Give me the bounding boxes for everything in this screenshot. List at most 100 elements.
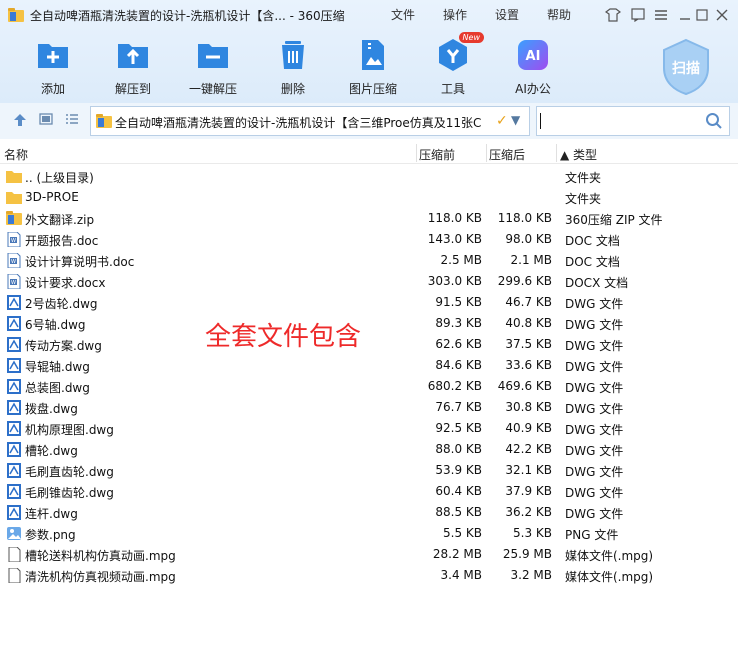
- file-row[interactable]: 机构原理图.dwg 92.5 KB 40.9 KB DWG 文件: [0, 418, 738, 439]
- dwg-file-icon: [6, 421, 22, 436]
- word-doc-icon: W: [6, 273, 22, 290]
- file-size-after: 2.1 MB: [510, 253, 552, 267]
- file-row[interactable]: 2号齿轮.dwg 91.5 KB 46.7 KB DWG 文件: [0, 292, 738, 313]
- menu-settings[interactable]: 设置: [495, 6, 519, 23]
- add-button[interactable]: 添加: [18, 38, 88, 97]
- close-icon[interactable]: [711, 4, 733, 26]
- one-click-extract-icon: [196, 38, 230, 72]
- file-size-after: 5.3 KB: [513, 526, 552, 540]
- search-icon[interactable]: [705, 112, 723, 130]
- file-row[interactable]: 拨盘.dwg 76.7 KB 30.8 KB DWG 文件: [0, 397, 738, 418]
- file-type: DWG 文件: [565, 444, 624, 458]
- menu-help[interactable]: 帮助: [547, 6, 571, 23]
- file-type: DWG 文件: [565, 318, 624, 332]
- file-type: 360压缩 ZIP 文件: [565, 213, 663, 227]
- menu-file[interactable]: 文件: [391, 6, 415, 23]
- path-field[interactable]: 全自动啤酒瓶清洗装置的设计-洗瓶机设计【含三维Proe仿真及11张C ✓ ▼: [90, 106, 530, 136]
- column-divider[interactable]: [416, 144, 417, 162]
- file-name: 槽轮送料机构仿真动画.mpg: [25, 549, 176, 563]
- file-size-before: 62.6 KB: [435, 337, 482, 351]
- dwg-file-icon: [6, 358, 22, 373]
- file-name: 设计计算说明书.doc: [25, 255, 135, 269]
- file-row[interactable]: 3D-PROE 文件夹: [0, 187, 738, 208]
- detail-view-icon[interactable]: [38, 113, 54, 129]
- title-bar: 全自动啤酒瓶清洗装置的设计-洗瓶机设计【含... - 360压缩 文件 操作 设…: [0, 0, 738, 30]
- one-click-extract-button[interactable]: 一键解压: [178, 38, 248, 97]
- column-divider[interactable]: [556, 144, 557, 162]
- file-type: DWG 文件: [565, 507, 624, 521]
- file-name: 毛刷锥齿轮.dwg: [25, 486, 114, 500]
- menu-icon[interactable]: [650, 4, 672, 26]
- file-size-before: 84.6 KB: [435, 358, 482, 372]
- word-doc-icon: W: [6, 231, 22, 248]
- maximize-icon[interactable]: [691, 4, 713, 26]
- menu-operate[interactable]: 操作: [443, 6, 467, 23]
- dwg-file-icon: [6, 316, 22, 331]
- file-name: 毛刷直齿轮.dwg: [25, 465, 114, 479]
- file-size-before: 3.4 MB: [440, 568, 482, 582]
- file-name: 槽轮.dwg: [25, 444, 78, 458]
- file-row[interactable]: 毛刷直齿轮.dwg 53.9 KB 32.1 KB DWG 文件: [0, 460, 738, 481]
- file-row[interactable]: 总装图.dwg 680.2 KB 469.6 KB DWG 文件: [0, 376, 738, 397]
- file-name: 参数.png: [25, 528, 76, 542]
- column-divider[interactable]: [486, 144, 487, 162]
- file-name: 总装图.dwg: [25, 381, 90, 395]
- column-uncompressed[interactable]: 压缩后: [489, 146, 525, 163]
- file-row[interactable]: 导辊轴.dwg 84.6 KB 33.6 KB DWG 文件: [0, 355, 738, 376]
- file-row[interactable]: 清洗机构仿真视频动画.mpg 3.4 MB 3.2 MB 媒体文件(.mpg): [0, 565, 738, 586]
- file-name: 传动方案.dwg: [25, 339, 102, 353]
- file-size-before: 89.3 KB: [435, 316, 482, 330]
- file-row[interactable]: 参数.png 5.5 KB 5.3 KB PNG 文件: [0, 523, 738, 544]
- window-chrome: 全自动啤酒瓶清洗装置的设计-洗瓶机设计【含... - 360压缩 文件 操作 设…: [0, 0, 738, 103]
- file-type: 媒体文件(.mpg): [565, 549, 654, 563]
- file-size-after: 30.8 KB: [505, 400, 552, 414]
- chevron-down-icon[interactable]: ▼: [511, 113, 520, 127]
- file-size-before: 88.0 KB: [435, 442, 482, 456]
- extract-to-label: 解压到: [114, 82, 151, 96]
- file-row[interactable]: 槽轮送料机构仿真动画.mpg 28.2 MB 25.9 MB 媒体文件(.mpg): [0, 544, 738, 565]
- list-view-icon[interactable]: [64, 113, 80, 129]
- search-input[interactable]: [536, 106, 730, 136]
- file-size-before: 680.2 KB: [427, 379, 482, 393]
- up-arrow-icon[interactable]: [12, 113, 28, 129]
- column-name[interactable]: 名称: [4, 146, 28, 163]
- image-compress-label: 图片压缩: [348, 82, 397, 96]
- file-row[interactable]: 槽轮.dwg 88.0 KB 42.2 KB DWG 文件: [0, 439, 738, 460]
- archive-app-icon: [8, 8, 24, 22]
- file-size-after: 33.6 KB: [505, 358, 552, 372]
- file-row[interactable]: W 开题报告.doc 143.0 KB 98.0 KB DOC 文档: [0, 229, 738, 250]
- file-row[interactable]: 毛刷锥齿轮.dwg 60.4 KB 37.9 KB DWG 文件: [0, 481, 738, 502]
- delete-button[interactable]: 删除: [258, 38, 328, 97]
- file-row[interactable]: .. (上级目录) 文件夹: [0, 166, 738, 187]
- column-compressed[interactable]: 压缩前: [419, 146, 455, 163]
- tools-button[interactable]: New 工具: [418, 32, 488, 97]
- file-row[interactable]: W 设计计算说明书.doc 2.5 MB 2.1 MB DOC 文档: [0, 250, 738, 271]
- file-name: .. (上级目录): [25, 171, 94, 185]
- file-type: DWG 文件: [565, 486, 624, 500]
- file-row[interactable]: 传动方案.dwg 62.6 KB 37.5 KB DWG 文件: [0, 334, 738, 355]
- file-row[interactable]: W 设计要求.docx 303.0 KB 299.6 KB DOCX 文档: [0, 271, 738, 292]
- path-text: 全自动啤酒瓶清洗装置的设计-洗瓶机设计【含三维Proe仿真及11张C: [115, 116, 482, 130]
- file-name: 连杆.dwg: [25, 507, 78, 521]
- file-type: DWG 文件: [565, 339, 624, 353]
- file-row[interactable]: 6号轴.dwg 89.3 KB 40.8 KB DWG 文件: [0, 313, 738, 334]
- image-compress-button[interactable]: 图片压缩: [338, 38, 408, 97]
- toolbar: 添加 解压到 一键解压 删除 图片压缩 New 工具 AI AI办公 扫描: [0, 32, 738, 100]
- skin-icon[interactable]: [602, 4, 624, 26]
- file-size-before: 143.0 KB: [427, 232, 482, 246]
- scan-button[interactable]: 扫描: [660, 38, 712, 96]
- file-name: 机构原理图.dwg: [25, 423, 114, 437]
- file-size-after: 37.9 KB: [505, 484, 552, 498]
- extract-to-button[interactable]: 解压到: [98, 38, 168, 97]
- column-header: 名称 压缩前 压缩后 ▲ 类型: [0, 142, 738, 164]
- file-size-after: 40.8 KB: [505, 316, 552, 330]
- column-type[interactable]: ▲ 类型: [560, 146, 597, 163]
- ai-office-button[interactable]: AI AI办公: [498, 38, 568, 97]
- file-type: DWG 文件: [565, 423, 624, 437]
- file-size-before: 118.0 KB: [427, 211, 482, 225]
- dwg-file-icon: [6, 295, 22, 310]
- file-row[interactable]: 连杆.dwg 88.5 KB 36.2 KB DWG 文件: [0, 502, 738, 523]
- feedback-icon[interactable]: [627, 4, 649, 26]
- file-row[interactable]: 外文翻译.zip 118.0 KB 118.0 KB 360压缩 ZIP 文件: [0, 208, 738, 229]
- folder-icon: [6, 190, 22, 205]
